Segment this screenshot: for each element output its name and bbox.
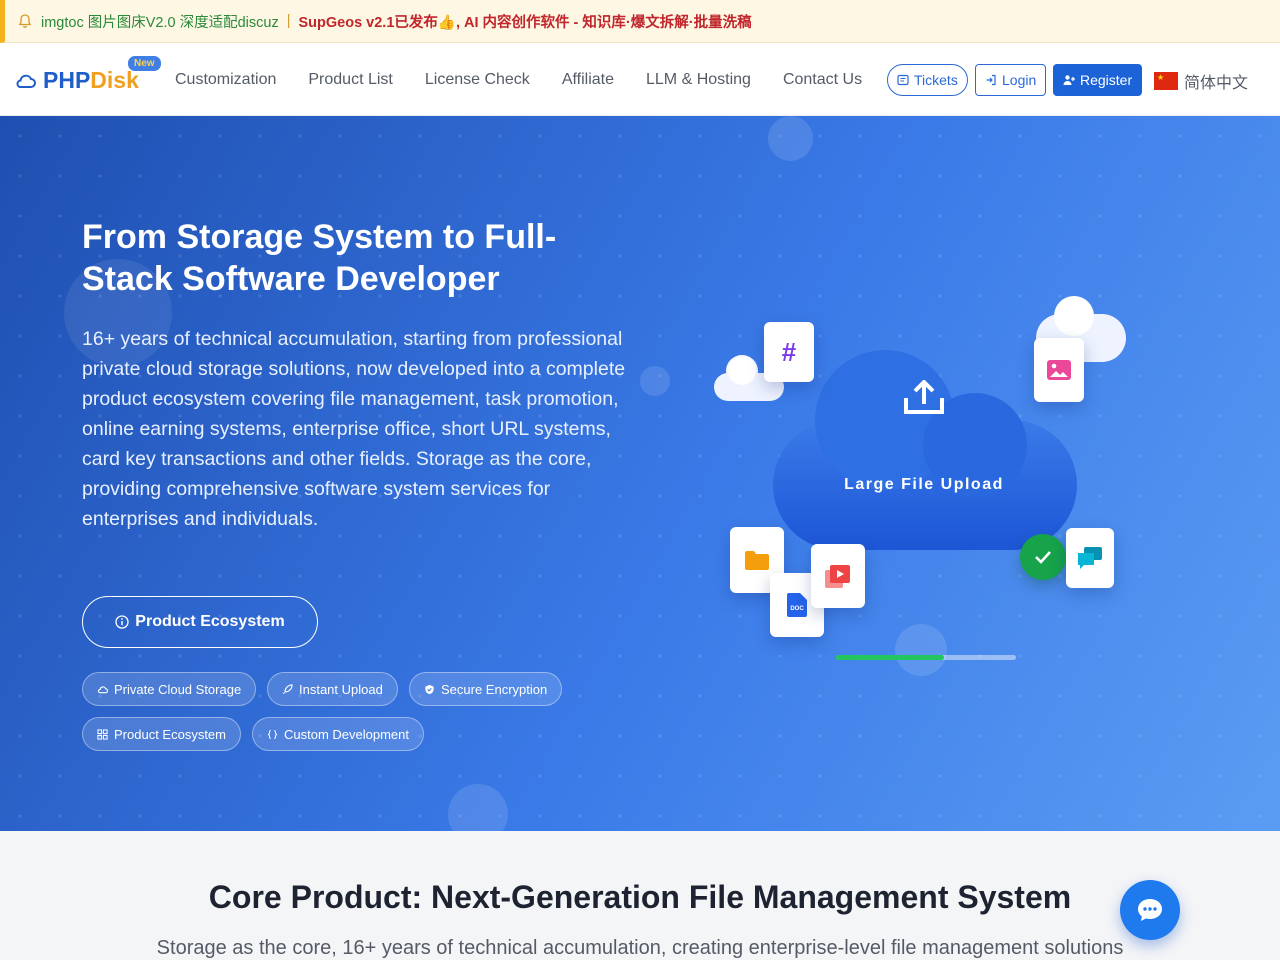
register-label: Register [1080, 72, 1133, 88]
chat-card [1066, 528, 1114, 588]
upload-progress-fill [836, 655, 944, 660]
register-button[interactable]: Register [1053, 64, 1143, 96]
nav-license-check[interactable]: License Check [425, 71, 530, 89]
tag-instant-upload[interactable]: Instant Upload [267, 672, 398, 706]
tag-secure-encryption[interactable]: Secure Encryption [409, 672, 563, 706]
logo[interactable]: PHP Disk [14, 67, 139, 94]
doc-icon: DOC [787, 593, 807, 617]
cloud-icon [97, 685, 108, 693]
section-title: Core Product: Next-Generation File Manag… [208, 879, 1072, 915]
add-user-icon [1063, 75, 1075, 85]
rocket-icon [282, 683, 293, 694]
nav-contact-us[interactable]: Contact Us [783, 71, 862, 89]
video-card [811, 544, 865, 608]
tag-label: Private Cloud Storage [114, 681, 242, 697]
product-ecosystem-button[interactable]: Product Ecosystem [82, 596, 318, 648]
video-icon [825, 565, 850, 588]
tag-label: Product Ecosystem [114, 726, 226, 742]
grid-icon [97, 728, 108, 740]
code-braces-icon [267, 729, 278, 739]
upload-illustration: Large File Upload # DOC [700, 296, 1140, 676]
chat-icon [1078, 547, 1102, 569]
svg-text:DOC: DOC [790, 606, 804, 612]
upload-progress-bar [836, 655, 1016, 660]
tag-label: Custom Development [284, 726, 409, 742]
tag-product-ecosystem[interactable]: Product Ecosystem [82, 717, 241, 751]
tag-private-cloud-storage[interactable]: Private Cloud Storage [82, 672, 257, 706]
login-icon [986, 74, 996, 86]
announcement-bar: imgtoc 图片图床V2.0 深度适配discuz | SupGeos v2.… [0, 0, 1280, 43]
logo-php: PHP [43, 67, 91, 93]
login-button[interactable]: Login [975, 64, 1047, 96]
tag-custom-development[interactable]: Custom Development [252, 717, 424, 751]
chat-bubble-icon [1138, 899, 1162, 921]
main-nav: Customization Product List License Check… [175, 71, 894, 89]
hero-section: From Storage System to Full-Stack Softwa… [0, 116, 1280, 831]
upload-icon [904, 380, 944, 414]
image-card [1034, 338, 1084, 402]
success-check-icon [1020, 534, 1066, 580]
nav-llm-hosting[interactable]: LLM & Hosting [646, 71, 751, 89]
login-label: Login [1002, 72, 1037, 88]
info-icon [115, 615, 129, 629]
tickets-button[interactable]: Tickets [887, 64, 968, 96]
language-label: 简体中文 [1184, 75, 1249, 92]
tag-label: Instant Upload [299, 681, 383, 697]
cloud-icon [16, 74, 36, 88]
announcement-separator: | [286, 13, 291, 29]
chat-support-button[interactable] [1120, 880, 1180, 940]
nav-customization[interactable]: Customization [175, 71, 276, 89]
nav-affiliate[interactable]: Affiliate [562, 71, 614, 89]
hero-title: From Storage System to Full-Stack Softwa… [82, 218, 557, 298]
core-product-section: Core Product: Next-Generation File Manag… [0, 831, 1280, 960]
language-switcher[interactable]: ★ 简体中文 [1154, 69, 1248, 93]
hero-description: 16+ years of technical accumulation, sta… [82, 328, 626, 530]
bubble-decoration [640, 366, 670, 396]
image-icon [1047, 360, 1071, 380]
new-badge: New [127, 55, 162, 72]
shield-icon [425, 684, 434, 694]
ticket-icon [897, 74, 909, 86]
announcement-link-imgtoc[interactable]: imgtoc 图片图床V2.0 深度适配discuz [41, 11, 279, 32]
navbar: PHP Disk New Customization Product List L… [0, 43, 1280, 116]
nav-product-list[interactable]: Product List [308, 71, 392, 89]
folder-icon [745, 551, 769, 570]
hashtag-icon: # [781, 336, 797, 367]
tickets-label: Tickets [914, 72, 958, 88]
bell-icon [18, 14, 32, 28]
announcement-link-supgeos[interactable]: SupGeos v2.1已发布👍, AI 内容创作软件 - 知识库·爆文拆解·批… [298, 11, 751, 32]
product-ecosystem-label: Product Ecosystem [135, 613, 285, 630]
section-subtitle: Storage as the core, 16+ years of techni… [156, 937, 1124, 959]
hashtag-card: # [764, 322, 814, 382]
tag-label: Secure Encryption [441, 681, 548, 697]
upload-label: Large File Upload [844, 476, 1004, 493]
china-flag-icon: ★ [1154, 72, 1178, 90]
bubble-decoration [768, 116, 813, 161]
